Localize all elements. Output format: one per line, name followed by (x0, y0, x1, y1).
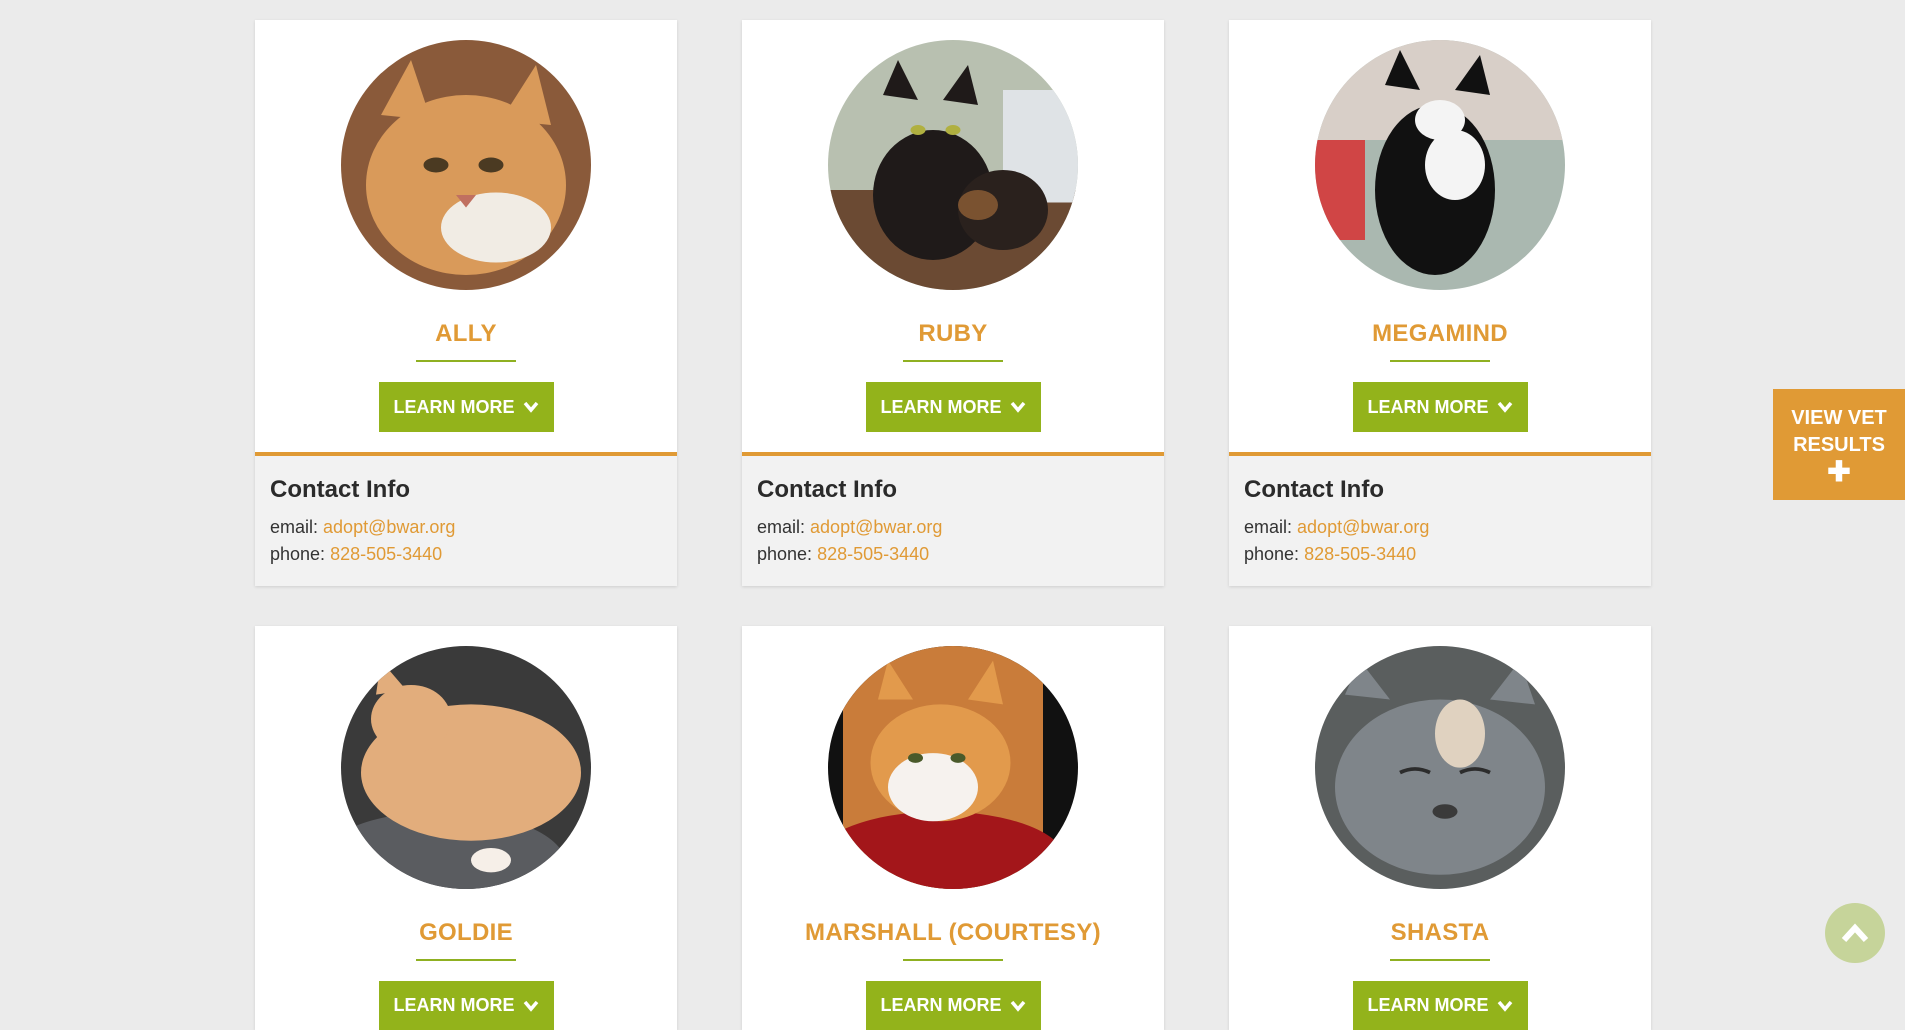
pet-name[interactable]: RUBY (918, 320, 987, 348)
learn-more-label: LEARN MORE (1367, 396, 1489, 417)
learn-more-button[interactable]: LEARN MORE (1352, 981, 1528, 1030)
pet-card: SHASTA LEARN MORE (1229, 626, 1651, 1030)
scroll-to-top-button[interactable] (1825, 903, 1885, 963)
pet-card: GOLDIE LEARN MORE (255, 626, 677, 1030)
phone-label: phone: (757, 544, 813, 564)
email-line: email: adopt@bwar.org (270, 514, 662, 541)
name-divider (1390, 959, 1490, 962)
pet-card: RUBY LEARN MORE Contact Info email: adop… (742, 20, 1164, 586)
email-line: email: adopt@bwar.org (1244, 514, 1636, 541)
name-divider (903, 360, 1003, 362)
phone-label: phone: (1244, 544, 1300, 564)
chevron-down-icon (1010, 401, 1025, 413)
chevron-down-icon (1010, 1000, 1025, 1012)
learn-more-label: LEARN MORE (393, 995, 515, 1016)
name-divider (416, 959, 516, 962)
phone-link[interactable]: 828-505-3440 (330, 544, 442, 564)
name-divider (416, 360, 516, 362)
email-line: email: adopt@bwar.org (757, 514, 1149, 541)
phone-link[interactable]: 828-505-3440 (1304, 544, 1416, 564)
email-link[interactable]: adopt@bwar.org (323, 517, 455, 537)
pet-name[interactable]: GOLDIE (419, 919, 513, 947)
pet-card: MARSHALL (COURTESY) LEARN MORE (742, 626, 1164, 1030)
learn-more-button[interactable]: LEARN MORE (378, 382, 554, 432)
learn-more-button[interactable]: LEARN MORE (1352, 382, 1528, 432)
view-vet-results-button[interactable]: VIEW VET RESULTS ✚ (1773, 389, 1905, 500)
chevron-down-icon (523, 1000, 538, 1012)
learn-more-button[interactable]: LEARN MORE (865, 382, 1041, 432)
name-divider (903, 959, 1003, 962)
pet-photo (341, 646, 591, 890)
pet-photo (341, 40, 591, 290)
phone-line: phone: 828-505-3440 (757, 541, 1149, 568)
pet-photo (828, 40, 1078, 290)
chevron-down-icon (1497, 401, 1512, 413)
pet-name[interactable]: MARSHALL (COURTESY) (805, 919, 1101, 947)
vet-line1: VIEW VET (1791, 406, 1887, 429)
pet-grid: ALLY LEARN MORE Contact Info email: adop… (255, 20, 1651, 1030)
pet-card: ALLY LEARN MORE Contact Info email: adop… (255, 20, 677, 586)
email-label: email: (757, 517, 806, 537)
contact-heading: Contact Info (270, 476, 410, 503)
chevron-up-icon (1841, 923, 1869, 943)
pet-name[interactable]: SHASTA (1391, 919, 1490, 947)
learn-more-button[interactable]: LEARN MORE (378, 981, 554, 1030)
learn-more-label: LEARN MORE (1367, 995, 1489, 1016)
chevron-down-icon (1497, 1000, 1512, 1012)
email-link[interactable]: adopt@bwar.org (1297, 517, 1429, 537)
phone-label: phone: (270, 544, 326, 564)
chevron-down-icon (523, 401, 538, 413)
pet-card: MEGAMIND LEARN MORE Contact Info email: … (1229, 20, 1651, 586)
vet-line2: RESULTS (1793, 433, 1885, 456)
contact-info: Contact Info email: adopt@bwar.org phone… (255, 452, 677, 586)
pet-photo (1315, 646, 1565, 890)
pet-name[interactable]: MEGAMIND (1372, 320, 1508, 348)
email-label: email: (270, 517, 319, 537)
contact-info: Contact Info email: adopt@bwar.org phone… (742, 452, 1164, 586)
phone-line: phone: 828-505-3440 (1244, 541, 1636, 568)
contact-info: Contact Info email: adopt@bwar.org phone… (1229, 452, 1651, 586)
phone-line: phone: 828-505-3440 (270, 541, 662, 568)
learn-more-button[interactable]: LEARN MORE (865, 981, 1041, 1030)
plus-icon: ✚ (1827, 455, 1851, 487)
contact-heading: Contact Info (757, 476, 897, 503)
email-link[interactable]: adopt@bwar.org (810, 517, 942, 537)
name-divider (1390, 360, 1490, 362)
learn-more-label: LEARN MORE (393, 396, 515, 417)
phone-link[interactable]: 828-505-3440 (817, 544, 929, 564)
learn-more-label: LEARN MORE (880, 995, 1002, 1016)
pet-photo (828, 646, 1078, 890)
pet-photo (1315, 40, 1565, 290)
contact-heading: Contact Info (1244, 476, 1384, 503)
pet-name[interactable]: ALLY (435, 320, 497, 348)
email-label: email: (1244, 517, 1293, 537)
learn-more-label: LEARN MORE (880, 396, 1002, 417)
